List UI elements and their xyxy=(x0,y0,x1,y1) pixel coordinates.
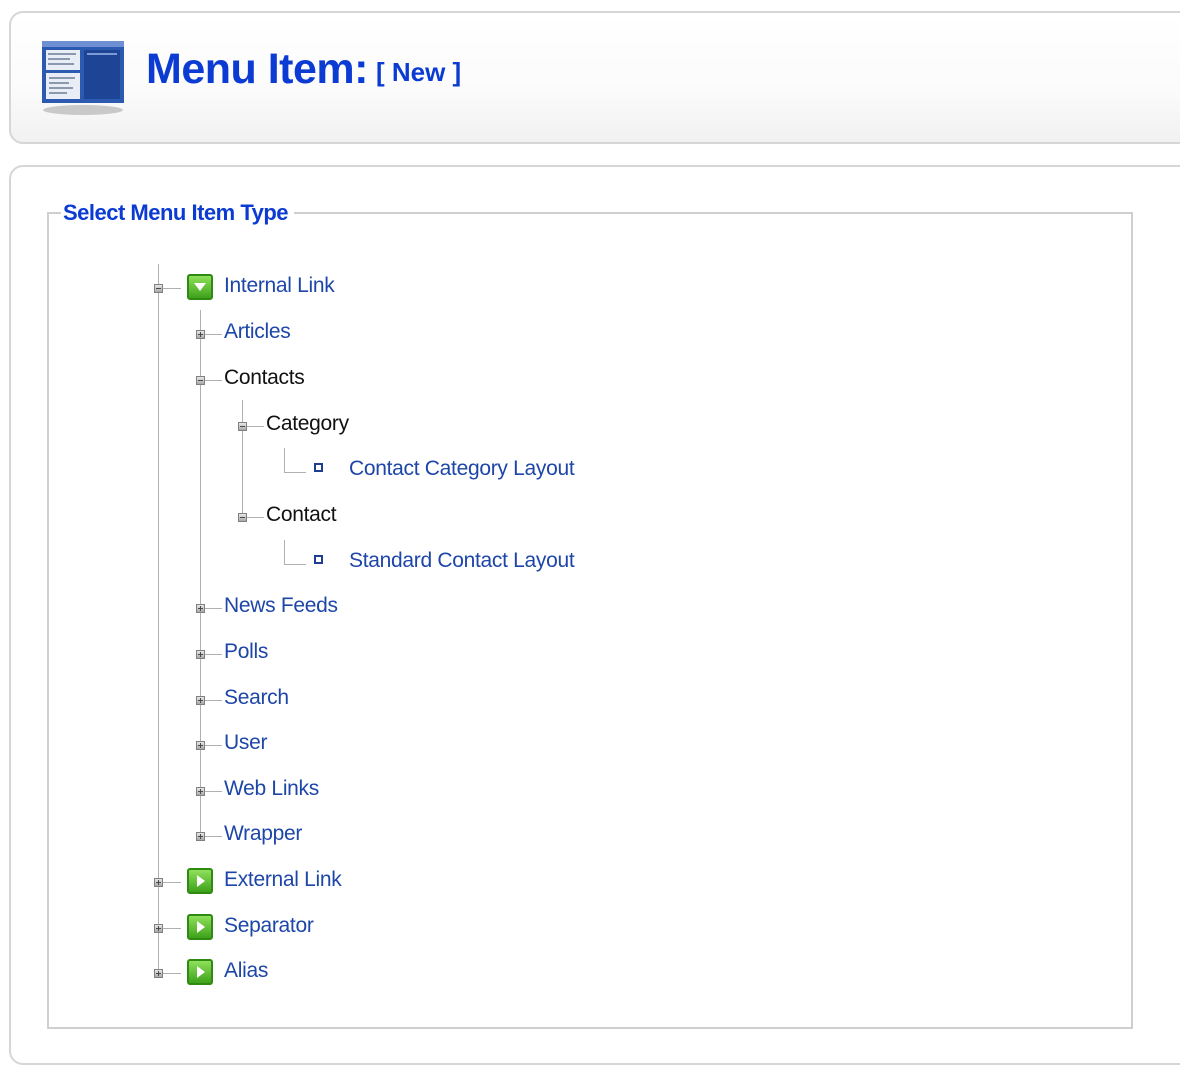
tree-line xyxy=(284,448,285,472)
tree-line xyxy=(205,608,222,609)
tree-item-category[interactable]: Category xyxy=(266,412,349,436)
tree-line xyxy=(247,517,264,518)
expand-toggle-icon[interactable] xyxy=(196,787,205,796)
tree-line xyxy=(200,310,201,838)
tree-line xyxy=(163,928,181,929)
tree-item-contact[interactable]: Contact xyxy=(266,503,337,527)
expand-toggle-icon[interactable] xyxy=(196,696,205,705)
fieldset-legend: Select Menu Item Type xyxy=(63,200,289,225)
page-title-status: [ New ] xyxy=(375,57,462,87)
menu-item-type-fieldset: Select Menu Item Type xyxy=(47,200,1133,1029)
expand-toggle-icon[interactable] xyxy=(196,650,205,659)
page-title: Menu Item:[ New ] xyxy=(146,45,461,94)
square-bullet-icon xyxy=(314,463,323,472)
tree-item-alias[interactable]: Alias xyxy=(224,959,268,983)
tree-line xyxy=(163,973,181,974)
page-title-text: Menu Item: xyxy=(146,45,368,93)
tree-item-standard-contact-layout[interactable]: Standard Contact Layout xyxy=(349,549,575,573)
green-folder-open-icon xyxy=(187,274,213,300)
tree-item-contacts[interactable]: Contacts xyxy=(224,366,305,390)
collapse-toggle-icon[interactable] xyxy=(238,422,247,431)
tree-line xyxy=(205,334,222,335)
tree-line xyxy=(205,745,222,746)
tree-line xyxy=(163,288,181,289)
tree-line xyxy=(247,426,264,427)
tree-item-contact-category-layout[interactable]: Contact Category Layout xyxy=(349,457,575,481)
green-folder-closed-icon xyxy=(187,959,213,985)
collapse-toggle-icon[interactable] xyxy=(238,513,247,522)
tree-item-news-feeds[interactable]: News Feeds xyxy=(224,594,338,618)
square-bullet-icon xyxy=(314,555,323,564)
tree-line xyxy=(163,882,181,883)
tree-line xyxy=(158,264,159,976)
expand-toggle-icon[interactable] xyxy=(196,741,205,750)
tree-line xyxy=(205,380,222,381)
tree-line xyxy=(284,564,306,565)
tree-item-wrapper[interactable]: Wrapper xyxy=(224,822,302,846)
tree-item-articles[interactable]: Articles xyxy=(224,320,291,344)
collapse-toggle-icon[interactable] xyxy=(196,376,205,385)
menu-item-page-icon xyxy=(42,41,124,115)
green-folder-closed-icon xyxy=(187,914,213,940)
tree-line xyxy=(242,400,243,518)
tree-line xyxy=(205,791,222,792)
tree-item-web-links[interactable]: Web Links xyxy=(224,777,319,801)
expand-toggle-icon[interactable] xyxy=(196,604,205,613)
expand-toggle-icon[interactable] xyxy=(154,969,163,978)
tree-item-internal-link[interactable]: Internal Link xyxy=(224,274,335,298)
tree-line xyxy=(284,472,306,473)
expand-toggle-icon[interactable] xyxy=(154,878,163,887)
collapse-toggle-icon[interactable] xyxy=(154,284,163,293)
tree-line xyxy=(205,836,222,837)
expand-toggle-icon[interactable] xyxy=(154,924,163,933)
tree-line xyxy=(205,700,222,701)
tree-item-separator[interactable]: Separator xyxy=(224,914,314,938)
expand-toggle-icon[interactable] xyxy=(196,832,205,841)
tree-item-search[interactable]: Search xyxy=(224,686,289,710)
tree-item-user[interactable]: User xyxy=(224,731,267,755)
expand-toggle-icon[interactable] xyxy=(196,330,205,339)
tree-line xyxy=(284,540,285,564)
tree-item-external-link[interactable]: External Link xyxy=(224,868,342,892)
green-folder-closed-icon xyxy=(187,868,213,894)
tree-item-polls[interactable]: Polls xyxy=(224,640,268,664)
tree-line xyxy=(205,654,222,655)
